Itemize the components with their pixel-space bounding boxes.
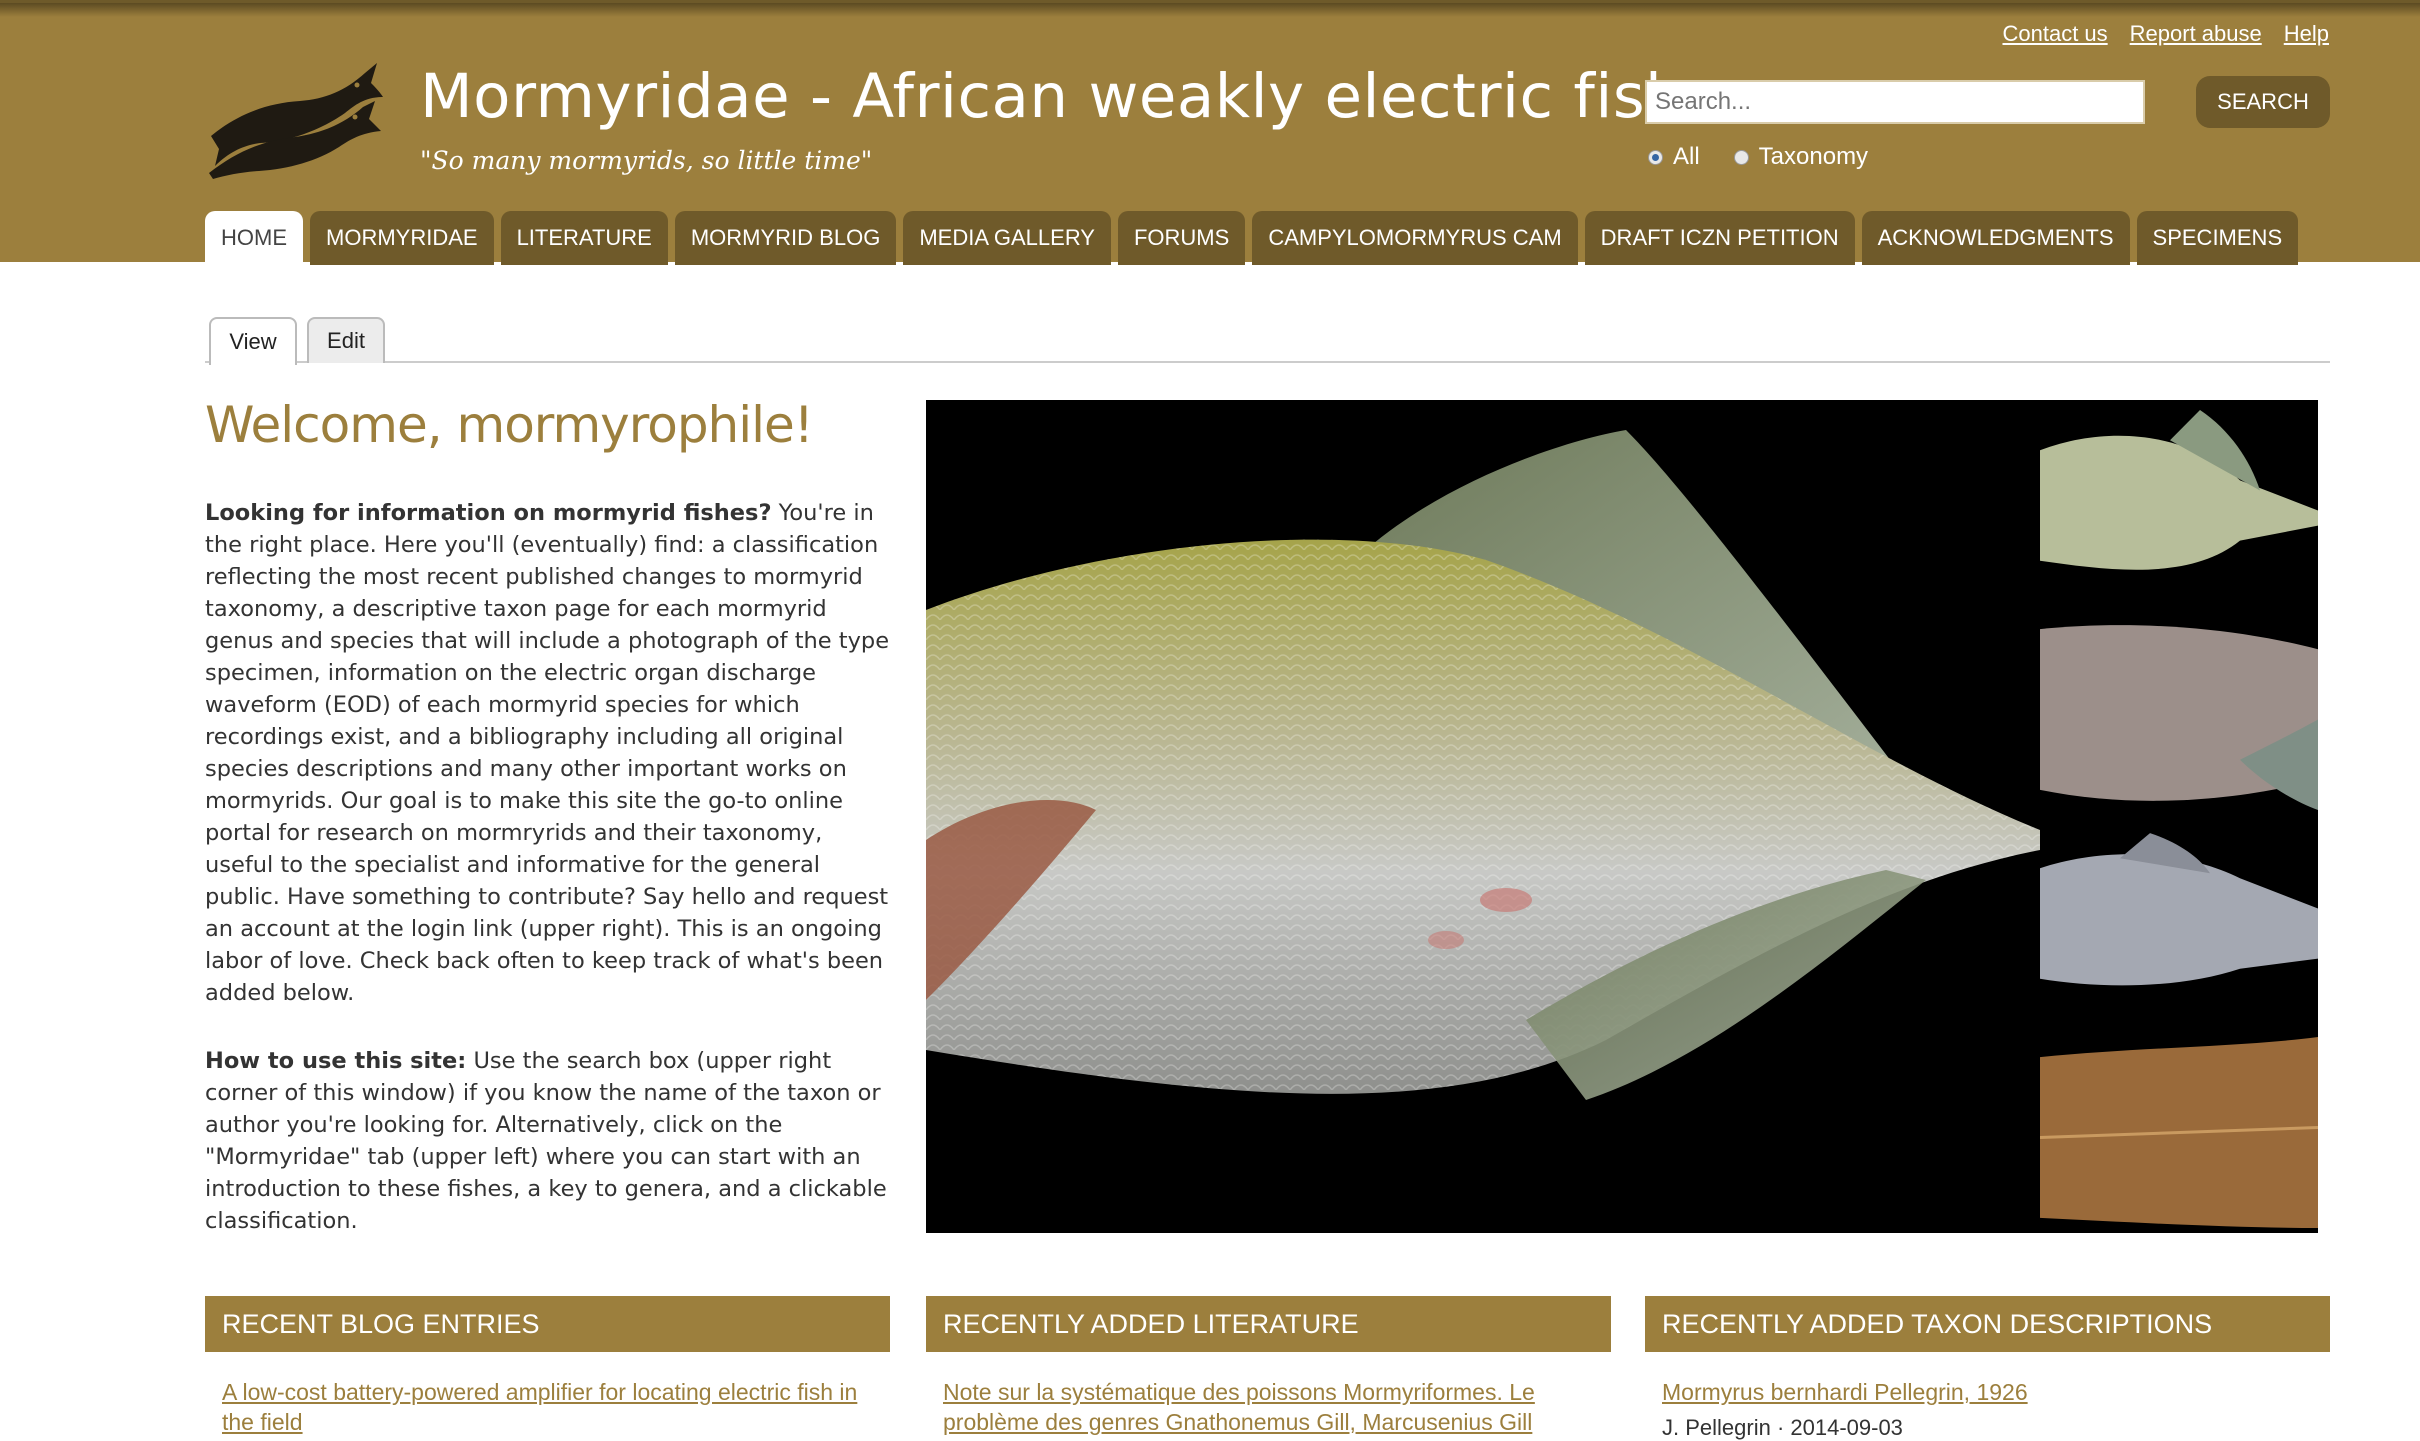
block-heading: RECENT BLOG ENTRIES — [205, 1296, 890, 1352]
radio-unchecked-icon[interactable] — [1733, 149, 1749, 165]
local-tasks: View Edit — [205, 315, 2330, 365]
view-tab[interactable]: View — [209, 317, 297, 365]
blog-entry-link[interactable]: A low-cost battery-powered amplifier for… — [222, 1377, 890, 1437]
recent-literature-block: RECENTLY ADDED LITERATURE Note sur la sy… — [926, 1296, 1611, 1437]
taxon-link[interactable]: Mormyrus bernhardi Pellegrin, 1926 — [1662, 1377, 2330, 1407]
intro-text: Looking for information on mormyrid fish… — [205, 497, 895, 1273]
tab-forums[interactable]: FORUMS — [1117, 211, 1246, 265]
page-title: Welcome, mormyrophile! — [205, 396, 814, 454]
tab-draft-iczn-petition[interactable]: DRAFT ICZN PETITION — [1584, 211, 1855, 265]
intro-body: You're in the right place. Here you'll (… — [205, 500, 890, 1006]
fish-slideshow — [926, 400, 2318, 1233]
howto-body: Use the search box (upper right corner o… — [205, 1048, 887, 1234]
recent-taxon-block: RECENTLY ADDED TAXON DESCRIPTIONS Mormyr… — [1645, 1296, 2330, 1441]
tab-acknowledgments[interactable]: ACKNOWLEDGMENTS — [1861, 211, 2130, 265]
tab-mormyrid-blog[interactable]: MORMYRID BLOG — [674, 211, 897, 265]
search-scope-taxonomy-label: Taxonomy — [1758, 143, 1869, 170]
tab-home[interactable]: HOME — [205, 211, 303, 265]
fish-thumbnail[interactable] — [2040, 400, 2318, 606]
taxon-meta: J. Pellegrin · 2014-09-03 — [1662, 1415, 1903, 1440]
site-title[interactable]: Mormyridae - African weakly electric fis… — [420, 61, 1755, 132]
howto-lead: How to use this site: — [205, 1048, 467, 1074]
fish-thumbnail[interactable] — [2040, 609, 2318, 815]
report-abuse-link[interactable]: Report abuse — [2130, 21, 2262, 47]
contact-us-link[interactable]: Contact us — [2002, 21, 2107, 47]
search-scope: All Taxonomy — [1648, 143, 1868, 171]
top-links: Contact us Report abuse Help — [2002, 21, 2329, 47]
site-header: Contact us Report abuse Help Mormyridae … — [0, 0, 2420, 265]
fish-thumbnail[interactable] — [2040, 818, 2318, 1024]
site-logo[interactable] — [205, 61, 385, 179]
help-link[interactable]: Help — [2284, 21, 2329, 47]
block-heading: RECENTLY ADDED LITERATURE — [926, 1296, 1611, 1352]
search-button[interactable]: SEARCH — [2196, 76, 2330, 128]
edit-tab[interactable]: Edit — [307, 317, 385, 363]
primary-nav: HOME MORMYRIDAE LITERATURE MORMYRID BLOG… — [205, 211, 2299, 265]
search-scope-all[interactable]: All — [1648, 143, 1700, 171]
search-scope-taxonomy[interactable]: Taxonomy — [1733, 143, 1869, 171]
tab-specimens[interactable]: SPECIMENS — [2136, 211, 2299, 265]
literature-link[interactable]: Note sur la systématique des poissons Mo… — [943, 1377, 1611, 1437]
recent-blog-block: RECENT BLOG ENTRIES A low-cost battery-p… — [205, 1296, 890, 1437]
main-fish-photo[interactable] — [926, 400, 2040, 1233]
site-slogan: "So many mormyrids, so little time" — [420, 146, 873, 175]
fish-thumbnail[interactable] — [2040, 1027, 2318, 1233]
radio-checked-icon[interactable] — [1648, 149, 1663, 165]
tab-media-gallery[interactable]: MEDIA GALLERY — [903, 211, 1111, 265]
block-heading: RECENTLY ADDED TAXON DESCRIPTIONS — [1645, 1296, 2330, 1352]
thumbnail-strip — [2040, 400, 2318, 1233]
intro-lead: Looking for information on mormyrid fish… — [205, 500, 772, 526]
tab-literature[interactable]: LITERATURE — [500, 211, 668, 265]
search-input[interactable] — [1645, 80, 2145, 124]
tab-mormyridae[interactable]: MORMYRIDAE — [310, 211, 494, 265]
search-scope-all-label: All — [1673, 143, 1700, 170]
header-shadow — [0, 3, 2420, 17]
tab-campylomormyrus-cam[interactable]: CAMPYLOMORMYRUS CAM — [1252, 211, 1578, 265]
howto-paragraph: How to use this site: Use the search box… — [205, 1045, 895, 1237]
intro-paragraph: Looking for information on mormyrid fish… — [205, 497, 895, 1009]
